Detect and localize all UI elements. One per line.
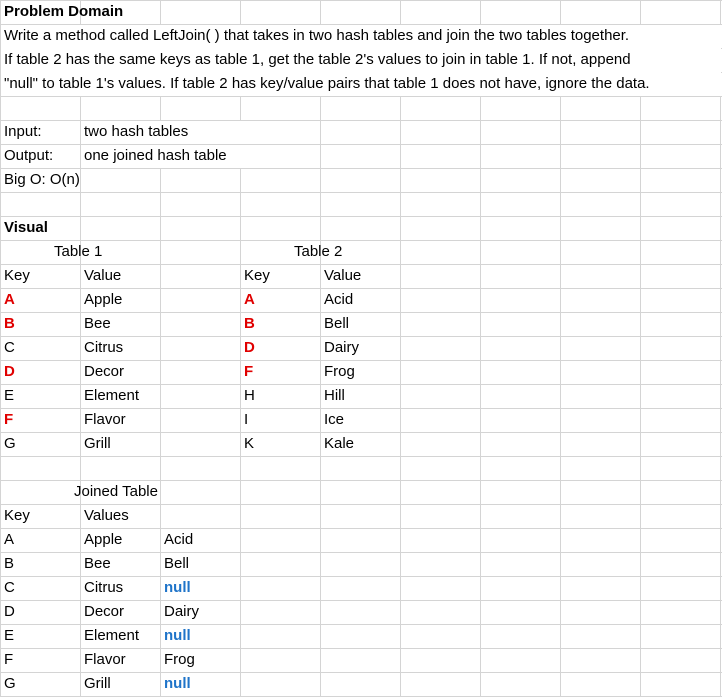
joined-value-2: Acid: [164, 531, 194, 548]
joined-key: B: [4, 555, 15, 572]
table1-value: Citrus: [84, 339, 124, 356]
table2-key: A: [244, 291, 255, 308]
joined-value-1: Flavor: [84, 651, 126, 668]
table2-key: B: [244, 315, 255, 332]
joined-value-1: Bee: [84, 555, 111, 572]
joined-key: G: [4, 675, 16, 692]
joined-null-value: null: [164, 627, 191, 644]
joined-key: D: [4, 603, 15, 620]
joined-key: C: [4, 579, 15, 596]
joined-key-header: Key: [4, 507, 30, 524]
joined-value-2: Bell: [164, 555, 190, 572]
joined-null-value: null: [164, 579, 191, 596]
joined-value-1: Decor: [84, 603, 125, 620]
table2-value-header: Value: [324, 267, 362, 284]
table1-key: E: [4, 387, 15, 404]
problem-domain-heading: Problem Domain: [4, 3, 124, 20]
table2-key: D: [244, 339, 255, 356]
problem-line-1: Write a method called LeftJoin( ) that t…: [4, 27, 630, 44]
joined-value-1: Apple: [84, 531, 123, 548]
input-value: two hash tables: [84, 123, 189, 140]
table1-key-header: Key: [4, 267, 30, 284]
table2-value: Frog: [324, 363, 355, 380]
joined-value-2: Dairy: [164, 603, 200, 620]
table2-value: Acid: [324, 291, 354, 308]
table1-value: Grill: [84, 435, 111, 452]
table1-value: Flavor: [84, 411, 126, 428]
table1-value-header: Value: [84, 267, 122, 284]
table2-key: F: [244, 363, 254, 380]
table2-value: Hill: [324, 387, 345, 404]
big-o: Big O: O(n): [4, 171, 80, 188]
table1-value: Element: [84, 387, 140, 404]
table1-key: G: [4, 435, 16, 452]
problem-line-2: If table 2 has the same keys as table 1,…: [4, 51, 631, 68]
joined-value-1: Citrus: [84, 579, 124, 596]
joined-key: E: [4, 627, 15, 644]
input-label: Input:: [4, 123, 42, 140]
joined-key: F: [4, 651, 14, 668]
table1-value: Apple: [84, 291, 123, 308]
joined-null-value: null: [164, 675, 191, 692]
table1-title: Table 1: [54, 243, 103, 260]
table1-key: F: [4, 411, 14, 428]
table1-key: D: [4, 363, 15, 380]
table2-key-header: Key: [244, 267, 270, 284]
table2-key: I: [244, 411, 249, 428]
problem-line-3: "null" to table 1's values. If table 2 h…: [4, 75, 650, 92]
table1-value: Decor: [84, 363, 125, 380]
table2-key: K: [244, 435, 255, 452]
table1-key: A: [4, 291, 15, 308]
table1-value: Bee: [84, 315, 111, 332]
output-label: Output:: [4, 147, 54, 164]
table1-key: C: [4, 339, 15, 356]
visual-heading: Visual: [4, 219, 48, 236]
joined-table-title: Joined Table: [74, 483, 158, 500]
table2-value: Ice: [324, 411, 345, 428]
output-value: one joined hash table: [84, 147, 227, 164]
table2-value: Dairy: [324, 339, 360, 356]
table2-key: H: [244, 387, 255, 404]
joined-value-1: Grill: [84, 675, 111, 692]
joined-value-2: Frog: [164, 651, 195, 668]
table2-value: Kale: [324, 435, 355, 452]
table2-title: Table 2: [294, 243, 343, 260]
table1-key: B: [4, 315, 15, 332]
joined-values-header: Values: [84, 507, 129, 524]
table2-value: Bell: [324, 315, 350, 332]
joined-key: A: [4, 531, 15, 548]
joined-value-1: Element: [84, 627, 140, 644]
